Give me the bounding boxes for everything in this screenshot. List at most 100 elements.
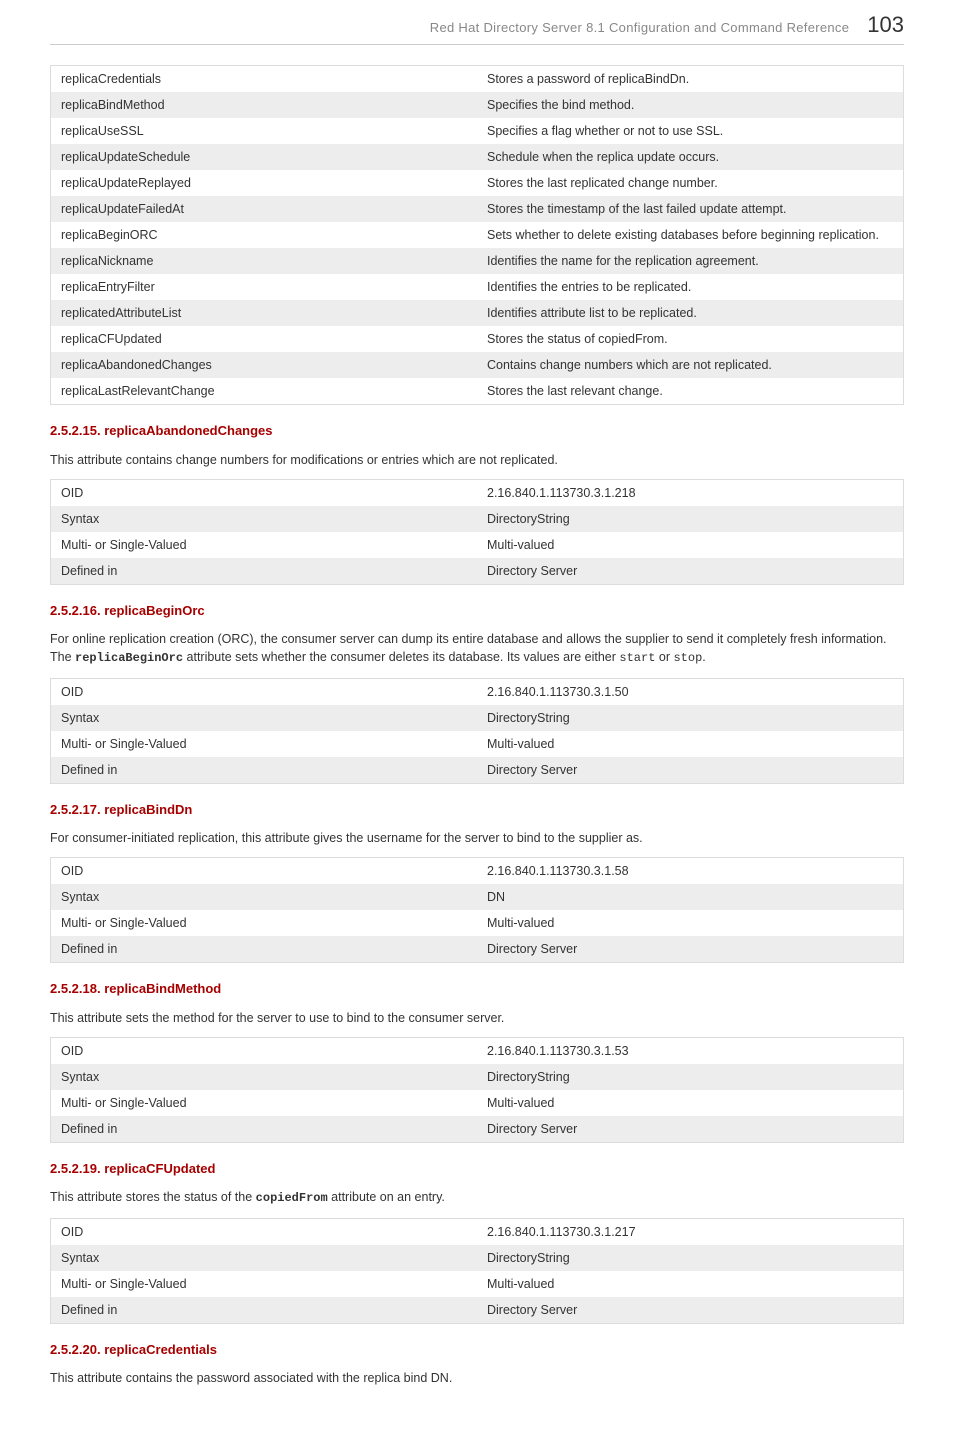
property-key-cell: Multi- or Single-Valued: [51, 1090, 478, 1116]
attribute-desc-cell: Identifies the entries to be replicated.: [477, 274, 904, 300]
table-row: replicaLastRelevantChangeStores the last…: [51, 378, 904, 405]
property-value-cell: Multi-valued: [477, 1271, 904, 1297]
section-heading: 2.5.2.16. replicaBeginOrc: [50, 603, 904, 618]
table-row: Multi- or Single-ValuedMulti-valued: [51, 1271, 904, 1297]
section-text: For online replication creation (ORC), t…: [50, 630, 904, 668]
property-key-cell: OID: [51, 1218, 478, 1245]
property-key-cell: Syntax: [51, 705, 478, 731]
attribute-desc-cell: Schedule when the replica update occurs.: [477, 144, 904, 170]
attribute-detail-table: OID2.16.840.1.113730.3.1.58SyntaxDNMulti…: [50, 857, 904, 963]
section-text: This attribute sets the method for the s…: [50, 1009, 904, 1027]
inline-code: replicaBeginOrc: [75, 651, 183, 665]
table-row: Defined inDirectory Server: [51, 558, 904, 585]
table-row: Multi- or Single-ValuedMulti-valued: [51, 1090, 904, 1116]
attribute-name-cell: replicaCFUpdated: [51, 326, 478, 352]
table-row: Defined inDirectory Server: [51, 757, 904, 784]
table-row: Defined inDirectory Server: [51, 1297, 904, 1324]
text-fragment: This attribute stores the status of the: [50, 1190, 256, 1204]
property-key-cell: Multi- or Single-Valued: [51, 910, 478, 936]
table-row: SyntaxDirectoryString: [51, 1245, 904, 1271]
property-value-cell: Directory Server: [477, 1116, 904, 1143]
text-fragment: attribute sets whether the consumer dele…: [183, 650, 619, 664]
table-row: SyntaxDN: [51, 884, 904, 910]
property-key-cell: OID: [51, 858, 478, 885]
attribute-desc-cell: Identifies attribute list to be replicat…: [477, 300, 904, 326]
table-row: SyntaxDirectoryString: [51, 705, 904, 731]
table-row: Defined inDirectory Server: [51, 1116, 904, 1143]
attribute-name-cell: replicaAbandonedChanges: [51, 352, 478, 378]
property-value-cell: Directory Server: [477, 757, 904, 784]
property-value-cell: Directory Server: [477, 1297, 904, 1324]
page-container: Red Hat Directory Server 8.1 Configurati…: [0, 0, 954, 1437]
attribute-name-cell: replicaUpdateReplayed: [51, 170, 478, 196]
section-heading: 2.5.2.15. replicaAbandonedChanges: [50, 423, 904, 438]
attribute-name-cell: replicaLastRelevantChange: [51, 378, 478, 405]
attribute-desc-cell: Specifies a flag whether or not to use S…: [477, 118, 904, 144]
section-text: For consumer-initiated replication, this…: [50, 829, 904, 847]
table-row: Multi- or Single-ValuedMulti-valued: [51, 731, 904, 757]
property-key-cell: Syntax: [51, 884, 478, 910]
property-key-cell: OID: [51, 479, 478, 506]
section-text: This attribute contains change numbers f…: [50, 451, 904, 469]
attribute-name-cell: replicaUpdateSchedule: [51, 144, 478, 170]
table-row: SyntaxDirectoryString: [51, 1064, 904, 1090]
text-fragment: or: [655, 650, 673, 664]
table-row: replicaBeginORCSets whether to delete ex…: [51, 222, 904, 248]
attribute-name-cell: replicatedAttributeList: [51, 300, 478, 326]
section-heading: 2.5.2.19. replicaCFUpdated: [50, 1161, 904, 1176]
attribute-detail-table: OID2.16.840.1.113730.3.1.217SyntaxDirect…: [50, 1218, 904, 1324]
property-key-cell: Defined in: [51, 558, 478, 585]
section-heading: 2.5.2.17. replicaBindDn: [50, 802, 904, 817]
attribute-desc-cell: Stores the status of copiedFrom.: [477, 326, 904, 352]
attribute-desc-cell: Specifies the bind method.: [477, 92, 904, 118]
inline-code: start: [619, 651, 655, 665]
property-key-cell: OID: [51, 678, 478, 705]
property-value-cell: Multi-valued: [477, 532, 904, 558]
property-value-cell: Multi-valued: [477, 910, 904, 936]
property-key-cell: OID: [51, 1037, 478, 1064]
inline-code: copiedFrom: [256, 1191, 328, 1205]
attribute-name-cell: replicaEntryFilter: [51, 274, 478, 300]
property-key-cell: Multi- or Single-Valued: [51, 532, 478, 558]
property-value-cell: 2.16.840.1.113730.3.1.58: [477, 858, 904, 885]
property-value-cell: DN: [477, 884, 904, 910]
property-value-cell: 2.16.840.1.113730.3.1.53: [477, 1037, 904, 1064]
table-row: OID2.16.840.1.113730.3.1.53: [51, 1037, 904, 1064]
section-text: This attribute stores the status of the …: [50, 1188, 904, 1207]
attribute-name-cell: replicaCredentials: [51, 66, 478, 93]
table-row: replicatedAttributeListIdentifies attrib…: [51, 300, 904, 326]
table-row: replicaCFUpdatedStores the status of cop…: [51, 326, 904, 352]
property-value-cell: Multi-valued: [477, 1090, 904, 1116]
property-key-cell: Syntax: [51, 1064, 478, 1090]
property-key-cell: Syntax: [51, 1245, 478, 1271]
attribute-detail-table: OID2.16.840.1.113730.3.1.50SyntaxDirecto…: [50, 678, 904, 784]
property-key-cell: Defined in: [51, 757, 478, 784]
table-row: replicaEntryFilterIdentifies the entries…: [51, 274, 904, 300]
table-row: OID2.16.840.1.113730.3.1.217: [51, 1218, 904, 1245]
table-row: OID2.16.840.1.113730.3.1.50: [51, 678, 904, 705]
attribute-name-cell: replicaBeginORC: [51, 222, 478, 248]
table-row: Defined inDirectory Server: [51, 936, 904, 963]
property-key-cell: Syntax: [51, 506, 478, 532]
property-value-cell: Directory Server: [477, 936, 904, 963]
property-value-cell: DirectoryString: [477, 705, 904, 731]
property-key-cell: Multi- or Single-Valued: [51, 731, 478, 757]
property-value-cell: DirectoryString: [477, 1064, 904, 1090]
attribute-desc-cell: Contains change numbers which are not re…: [477, 352, 904, 378]
property-value-cell: DirectoryString: [477, 1245, 904, 1271]
property-value-cell: 2.16.840.1.113730.3.1.218: [477, 479, 904, 506]
attribute-desc-cell: Identifies the name for the replication …: [477, 248, 904, 274]
attribute-desc-cell: Stores the timestamp of the last failed …: [477, 196, 904, 222]
table-row: Multi- or Single-ValuedMulti-valued: [51, 532, 904, 558]
table-row: replicaUpdateFailedAtStores the timestam…: [51, 196, 904, 222]
property-key-cell: Defined in: [51, 1297, 478, 1324]
text-fragment: attribute on an entry.: [328, 1190, 445, 1204]
table-row: replicaUpdateScheduleSchedule when the r…: [51, 144, 904, 170]
property-value-cell: Directory Server: [477, 558, 904, 585]
table-row: replicaBindMethodSpecifies the bind meth…: [51, 92, 904, 118]
table-row: replicaUpdateReplayedStores the last rep…: [51, 170, 904, 196]
attribute-name-cell: replicaBindMethod: [51, 92, 478, 118]
attribute-desc-cell: Stores a password of replicaBindDn.: [477, 66, 904, 93]
attribute-name-cell: replicaUpdateFailedAt: [51, 196, 478, 222]
page-number: 103: [867, 12, 904, 38]
